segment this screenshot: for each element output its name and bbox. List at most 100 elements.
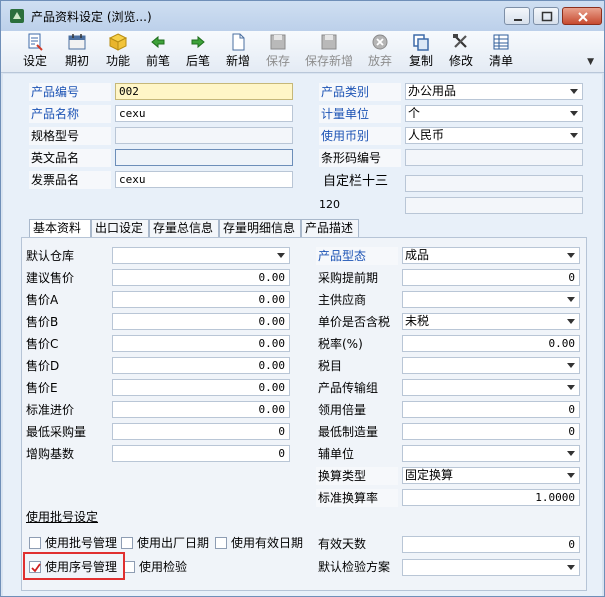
copy-icon	[413, 34, 429, 51]
copy-label: 复制	[408, 54, 433, 68]
price-b-input[interactable]: 0.00	[112, 313, 290, 330]
toolbar-overflow-icon[interactable]: ▼	[587, 57, 594, 67]
title-bar[interactable]: 产品资料设定 (浏览...)	[1, 1, 604, 31]
custom-field-13-input[interactable]	[405, 175, 583, 192]
batch-section-title: 使用批号设定	[26, 510, 99, 524]
chevron-down-icon	[570, 89, 578, 94]
purchase-increment-input[interactable]: 0	[112, 445, 290, 462]
standard-rate-input[interactable]: 1.0000	[402, 489, 580, 506]
unit-label: 计量单位	[319, 105, 401, 123]
save-new-label: 保存新增	[304, 54, 353, 68]
new-button[interactable]: 新增	[222, 33, 254, 71]
list-icon	[493, 34, 509, 50]
conversion-type-label: 换算类型	[316, 467, 398, 485]
edit-icon	[453, 34, 467, 48]
invoice-name-input[interactable]: cexu	[115, 171, 293, 188]
barcode-input[interactable]	[405, 149, 583, 166]
unit-select[interactable]: 个	[405, 105, 583, 122]
opening-button[interactable]: 期初	[61, 33, 93, 71]
spec-input[interactable]	[115, 127, 293, 144]
maximize-button[interactable]	[533, 7, 559, 25]
tax-item-select[interactable]	[402, 357, 580, 374]
edit-button[interactable]: 修改	[445, 33, 477, 71]
inspection-label: 使用检验	[139, 560, 188, 574]
next-label: 后笔	[185, 54, 210, 68]
previous-button[interactable]: 前笔	[142, 33, 174, 71]
chevron-down-icon	[570, 111, 578, 116]
copy-button[interactable]: 复制	[405, 33, 437, 71]
factory-date-checkbox[interactable]	[121, 537, 133, 549]
invoice-name-label: 发票品名	[29, 171, 111, 189]
function-button[interactable]: 功能	[102, 33, 134, 71]
tax-included-select[interactable]: 未税	[402, 313, 580, 330]
transfer-group-select[interactable]	[402, 379, 580, 396]
main-supplier-select[interactable]	[402, 291, 580, 308]
conversion-type-select[interactable]: 固定换算	[402, 467, 580, 484]
price-d-input[interactable]: 0.00	[112, 357, 290, 374]
english-name-input[interactable]	[115, 149, 293, 166]
minimize-icon	[514, 19, 522, 21]
opening-icon	[68, 34, 86, 50]
close-button[interactable]	[562, 7, 602, 25]
next-button[interactable]: 后笔	[182, 33, 214, 71]
edit-label: 修改	[448, 54, 473, 68]
close-icon	[578, 12, 588, 22]
opening-label: 期初	[64, 54, 89, 68]
tax-item-label: 税目	[318, 359, 343, 373]
window-title: 产品资料设定 (浏览...)	[31, 10, 152, 24]
product-type-select[interactable]: 成品	[402, 247, 580, 264]
list-button[interactable]: 清单	[485, 33, 517, 71]
app-icon	[10, 9, 24, 23]
discard-button[interactable]: 放弃	[364, 33, 396, 71]
basic-info-panel: 默认仓库 建议售价 0.00 售价A 0.00 售价B 0.00 售价C 0.0…	[21, 237, 587, 591]
currency-select[interactable]: 人民币	[405, 127, 583, 144]
price-a-input[interactable]: 0.00	[112, 291, 290, 308]
chevron-down-icon	[567, 363, 575, 368]
chevron-down-icon	[567, 473, 575, 478]
previous-label: 前笔	[145, 54, 170, 68]
product-code-input[interactable]: 002	[115, 83, 293, 100]
default-warehouse-select[interactable]	[112, 247, 290, 264]
tax-included-value: 未税	[405, 314, 430, 328]
tax-rate-input[interactable]: 0.00	[402, 335, 580, 352]
minimize-button[interactable]	[504, 7, 530, 25]
factory-date-label: 使用出厂日期	[137, 536, 210, 550]
issue-multiple-input[interactable]: 0	[402, 401, 580, 418]
custom-field-13-label: 自定栏十三	[323, 174, 389, 189]
tab-export[interactable]: 出口设定	[91, 219, 149, 237]
custom-field-120-label: 120	[319, 198, 340, 211]
save-button[interactable]: 保存	[262, 33, 294, 71]
product-type-value: 成品	[405, 248, 430, 262]
price-e-input[interactable]: 0.00	[112, 379, 290, 396]
barcode-label: 条形码编号	[319, 149, 401, 167]
min-purchase-label: 最低采购量	[26, 425, 87, 439]
product-settings-window: 产品资料设定 (浏览...) 设定 期初 功能 前笔 后笔 新增 保存 保存新增…	[0, 0, 605, 597]
tab-basic[interactable]: 基本资料	[29, 219, 91, 238]
expiry-date-checkbox[interactable]	[215, 537, 227, 549]
setting-button[interactable]: 设定	[19, 33, 51, 71]
batch-management-checkbox[interactable]	[29, 537, 41, 549]
suggested-price-input[interactable]: 0.00	[112, 269, 290, 286]
standard-cost-input[interactable]: 0.00	[112, 401, 290, 418]
tab-stock-summary[interactable]: 存量总信息	[149, 219, 219, 237]
category-value: 办公用品	[408, 84, 457, 98]
chevron-down-icon	[567, 253, 575, 258]
product-name-input[interactable]: cexu	[115, 105, 293, 122]
custom-field-120-input[interactable]	[405, 197, 583, 214]
save-new-icon	[321, 34, 337, 50]
category-label: 产品类别	[319, 83, 401, 101]
valid-days-input[interactable]: 0	[402, 536, 580, 553]
aux-unit-select[interactable]	[402, 445, 580, 462]
default-inspection-select[interactable]	[402, 559, 580, 576]
save-new-button[interactable]: 保存新增	[303, 33, 355, 71]
main-supplier-label: 主供应商	[318, 293, 367, 307]
spec-label: 规格型号	[29, 127, 111, 145]
price-c-input[interactable]: 0.00	[112, 335, 290, 352]
tab-description[interactable]: 产品描述	[301, 219, 359, 237]
min-purchase-input[interactable]: 0	[112, 423, 290, 440]
category-select[interactable]: 办公用品	[405, 83, 583, 100]
tab-stock-detail[interactable]: 存量明细信息	[219, 219, 301, 237]
chevron-down-icon	[567, 565, 575, 570]
min-manufacture-input[interactable]: 0	[402, 423, 580, 440]
lead-time-input[interactable]: 0	[402, 269, 580, 286]
